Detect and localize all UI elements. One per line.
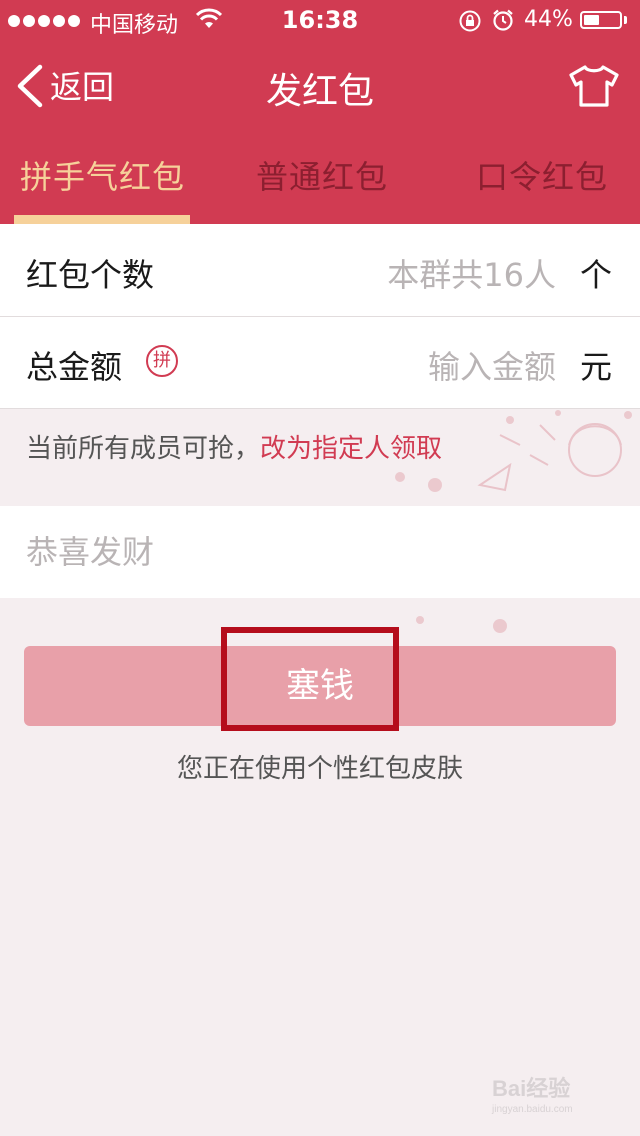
tab-normal-packet[interactable]: 普通红包 bbox=[256, 152, 388, 198]
notice-text: 当前所有成员可抢， bbox=[26, 434, 261, 464]
annotation-highlight-box bbox=[221, 627, 399, 731]
recipient-notice: 当前所有成员可抢，改为指定人领取 bbox=[26, 428, 442, 465]
greeting-input[interactable] bbox=[26, 532, 606, 572]
count-label: 红包个数 bbox=[26, 256, 155, 294]
skin-notice: 您正在使用个性红包皮肤 bbox=[176, 754, 463, 784]
amount-input[interactable]: 输入金额 bbox=[428, 342, 556, 388]
battery-icon bbox=[580, 11, 622, 29]
tab-password-packet[interactable]: 口令红包 bbox=[476, 152, 608, 198]
rotation-lock-icon bbox=[458, 9, 482, 37]
count-unit: 个 bbox=[580, 256, 613, 294]
amount-unit: 元 bbox=[580, 348, 613, 386]
active-tab-indicator bbox=[14, 215, 190, 224]
amount-label: 总金额 bbox=[26, 348, 123, 386]
alarm-icon bbox=[491, 8, 515, 36]
watermark-text: Bai经验 bbox=[492, 1076, 570, 1101]
battery-level bbox=[584, 15, 599, 25]
battery-percent: 44% bbox=[524, 7, 573, 32]
random-amount-badge: 拼 bbox=[146, 345, 178, 377]
page-title: 发红包 bbox=[265, 71, 374, 112]
count-input[interactable]: 本群共16人 bbox=[387, 250, 556, 296]
tshirt-icon[interactable] bbox=[568, 64, 620, 112]
tab-lucky-packet[interactable]: 拼手气红包 bbox=[20, 152, 185, 198]
baidu-jingyan-watermark: Bai经验 jingyan.baidu.com bbox=[490, 1068, 610, 1122]
watermark-subtext: jingyan.baidu.com bbox=[491, 1104, 573, 1115]
assign-recipient-link[interactable]: 改为指定人领取 bbox=[260, 434, 442, 464]
blossom-decoration bbox=[410, 610, 520, 644]
battery-tip bbox=[624, 16, 627, 24]
